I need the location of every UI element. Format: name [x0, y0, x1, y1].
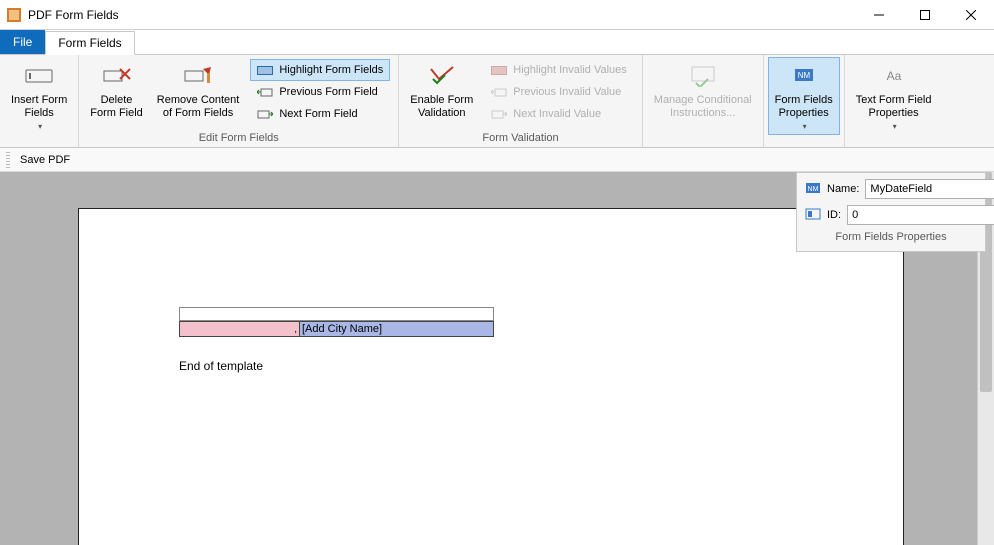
- form-field-highlighted[interactable]: , [Add City Name]: [179, 321, 494, 337]
- save-toolbar: Save PDF: [0, 148, 994, 172]
- highlight-form-fields-icon: [257, 62, 273, 78]
- manage-conditional-instructions-icon: [687, 60, 719, 92]
- highlight-invalid-values-icon: [491, 62, 507, 78]
- chevron-down-icon: ▾: [38, 122, 42, 132]
- name-property-icon: NM: [805, 181, 821, 197]
- form-fields-properties-icon: NM: [788, 60, 820, 92]
- manage-conditional-instructions-button[interactable]: Manage Conditional Instructions...: [647, 57, 759, 123]
- previous-form-field-icon: [257, 84, 273, 100]
- name-property-label: Name:: [827, 183, 859, 195]
- insert-form-fields-icon: [23, 60, 55, 92]
- delete-form-field-icon: [101, 60, 133, 92]
- form-fields-properties-panel: NM Name: ID: Form Fields Properties: [796, 172, 986, 252]
- form-validation-group-label: Form Validation: [403, 131, 638, 147]
- ribbon: Insert Form Fields ▾ Delete Form Field R…: [0, 54, 994, 148]
- minimize-button[interactable]: [856, 0, 902, 30]
- remove-content-icon: [182, 60, 214, 92]
- remove-content-button[interactable]: Remove Content of Form Fields: [150, 57, 247, 123]
- close-button[interactable]: [948, 0, 994, 30]
- chevron-down-icon: ▾: [803, 122, 807, 132]
- text-form-field-properties-icon: Aa: [878, 60, 910, 92]
- next-form-field-icon: [257, 106, 273, 122]
- edit-form-fields-group-label: Edit Form Fields: [83, 131, 394, 147]
- id-property-icon: [805, 207, 821, 223]
- id-property-label: ID:: [827, 209, 841, 221]
- enable-form-validation-button[interactable]: Enable Form Validation: [403, 57, 480, 123]
- form-field-city-part[interactable]: [Add City Name]: [300, 322, 493, 336]
- text-form-field-properties-button[interactable]: Aa Text Form Field Properties ▾: [849, 57, 939, 135]
- form-field-row: , [Add City Name]: [179, 307, 494, 337]
- window-title: PDF Form Fields: [28, 8, 119, 22]
- previous-invalid-value-button[interactable]: Previous Invalid Value: [484, 81, 634, 103]
- title-bar: PDF Form Fields: [0, 0, 994, 30]
- highlight-form-fields-button[interactable]: Highlight Form Fields: [250, 59, 390, 81]
- pdf-page[interactable]: , [Add City Name] End of template: [78, 208, 904, 545]
- properties-panel-title: Form Fields Properties: [805, 231, 977, 243]
- maximize-button[interactable]: [902, 0, 948, 30]
- previous-form-field-button[interactable]: Previous Form Field: [250, 81, 390, 103]
- save-pdf-button[interactable]: Save PDF: [14, 152, 76, 168]
- delete-form-field-button[interactable]: Delete Form Field: [83, 57, 150, 123]
- form-fields-properties-button[interactable]: NM Form Fields Properties ▾: [768, 57, 840, 135]
- tab-file[interactable]: File: [0, 30, 45, 54]
- insert-form-fields-button[interactable]: Insert Form Fields ▾: [4, 57, 74, 135]
- highlight-invalid-values-button[interactable]: Highlight Invalid Values: [484, 59, 634, 81]
- svg-text:Aa: Aa: [886, 69, 901, 83]
- app-icon: [6, 7, 22, 23]
- tab-form-fields[interactable]: Form Fields: [45, 31, 134, 55]
- end-of-template-text: End of template: [179, 359, 263, 373]
- chevron-down-icon: ▾: [893, 122, 897, 132]
- tab-strip: File Form Fields: [0, 30, 994, 54]
- toolbar-gripper: [6, 152, 10, 168]
- svg-text:NM: NM: [797, 71, 810, 80]
- enable-form-validation-icon: [426, 60, 458, 92]
- document-workspace: , [Add City Name] End of template NM Nam…: [0, 172, 994, 545]
- form-field-top-box[interactable]: [179, 307, 494, 321]
- form-field-date-part[interactable]: ,: [180, 322, 300, 336]
- name-property-input[interactable]: [865, 179, 994, 199]
- previous-invalid-value-icon: [491, 84, 507, 100]
- next-invalid-value-button[interactable]: Next Invalid Value: [484, 103, 634, 125]
- next-invalid-value-icon: [491, 106, 507, 122]
- id-property-input[interactable]: [847, 205, 994, 225]
- svg-text:NM: NM: [808, 186, 819, 193]
- next-form-field-button[interactable]: Next Form Field: [250, 103, 390, 125]
